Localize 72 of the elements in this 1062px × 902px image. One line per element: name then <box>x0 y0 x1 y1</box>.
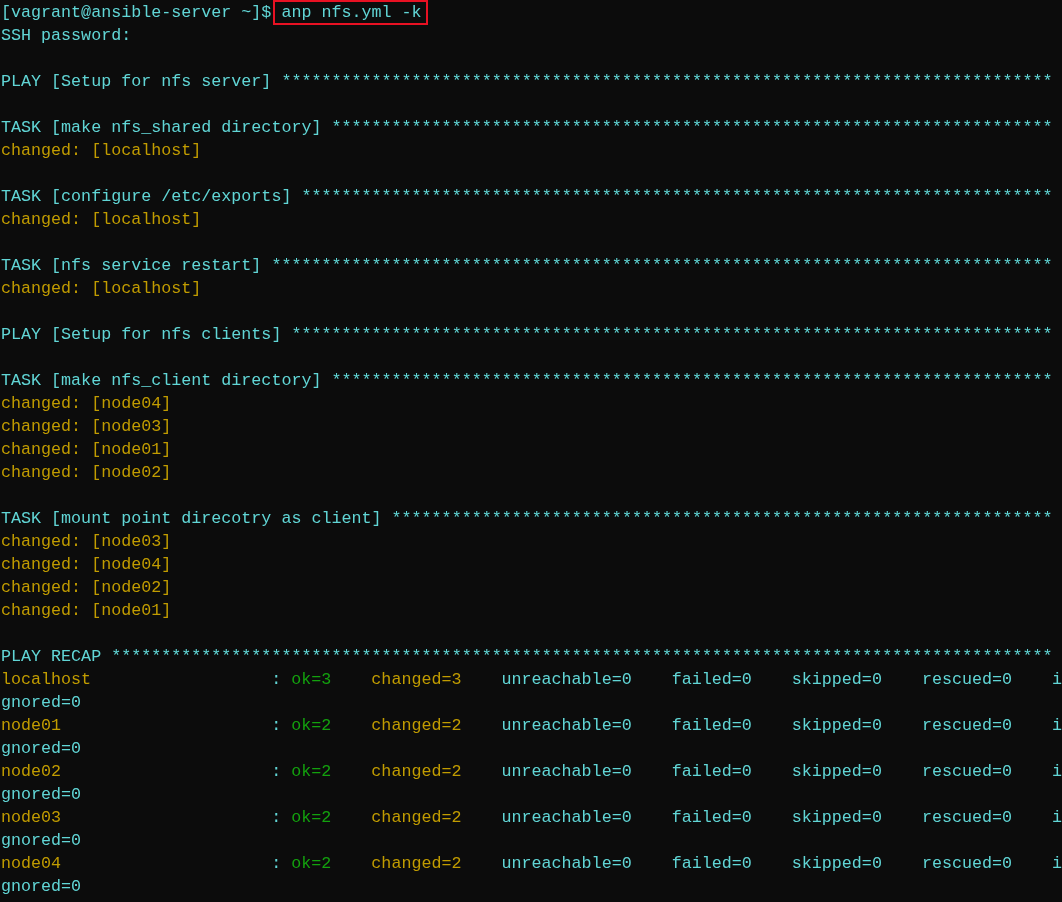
output-line: gnored=0 <box>1 830 82 852</box>
ignored-count: i <box>1052 762 1062 781</box>
unreachable-count: unreachable=0 <box>501 762 632 781</box>
output-line: gnored=0 <box>1 738 82 760</box>
changed-line: changed: [localhost] <box>1 140 202 162</box>
changed-line: changed: [node04] <box>1 393 172 415</box>
ignored-count: i <box>1052 808 1062 827</box>
recap-host: node03 <box>1 808 62 827</box>
rescued-count: rescued=0 <box>921 670 1013 689</box>
ignored-count: i <box>1052 716 1062 735</box>
skipped-count: skipped=0 <box>791 716 882 735</box>
unreachable-count: unreachable=0 <box>501 808 632 827</box>
recap-host: localhost <box>1 670 92 689</box>
changed-line: changed: [node04] <box>1 554 172 576</box>
skipped-count: skipped=0 <box>791 854 882 873</box>
changed-count: changed=2 <box>371 762 462 781</box>
task-header: TASK [nfs service restart] ****************************************************************************** <box>1 255 1053 277</box>
recap-separator: : <box>271 854 282 873</box>
skipped-count: skipped=0 <box>791 670 882 689</box>
output-line: gnored=0 <box>1 876 82 898</box>
changed-line: changed: [localhost] <box>1 278 202 300</box>
changed-line: changed: [node01] <box>1 439 172 461</box>
rescued-count: rescued=0 <box>921 716 1013 735</box>
output-line: gnored=0 <box>1 692 82 714</box>
ignored-count: i <box>1052 854 1062 873</box>
skipped-count: skipped=0 <box>791 808 882 827</box>
output-line: gnored=0 <box>1 784 82 806</box>
ignored-count: i <box>1052 670 1062 689</box>
recap-separator: : <box>271 670 282 689</box>
failed-count: failed=0 <box>671 762 752 781</box>
ok-count: ok=2 <box>291 854 332 873</box>
recap-host: node04 <box>1 854 62 873</box>
changed-line: changed: [node01] <box>1 600 172 622</box>
unreachable-count: unreachable=0 <box>501 854 632 873</box>
recap-host: node01 <box>1 716 62 735</box>
changed-line: changed: [node02] <box>1 462 172 484</box>
rescued-count: rescued=0 <box>921 854 1013 873</box>
task-header: TASK [mount point direcotry as client] ****************************************************************** <box>1 508 1053 530</box>
failed-count: failed=0 <box>671 716 752 735</box>
failed-count: failed=0 <box>671 808 752 827</box>
recap-separator: : <box>271 716 282 735</box>
rescued-count: rescued=0 <box>921 808 1013 827</box>
highlighted-command: anp nfs.yml -k <box>273 0 428 25</box>
recap-header: PLAY RECAP ********************************************************************************************** <box>1 646 1053 668</box>
ok-count: ok=2 <box>291 808 332 827</box>
changed-count: changed=2 <box>371 716 462 735</box>
changed-line: changed: [localhost] <box>1 209 202 231</box>
changed-line: changed: [node02] <box>1 577 172 599</box>
changed-count: changed=2 <box>371 808 462 827</box>
play-header: PLAY [Setup for nfs clients] **************************************************************************** <box>1 324 1053 346</box>
failed-count: failed=0 <box>671 854 752 873</box>
changed-line: changed: [node03] <box>1 531 172 553</box>
task-header: TASK [make nfs_shared directory] ************************************************************************ <box>1 117 1053 139</box>
changed-count: changed=2 <box>371 854 462 873</box>
task-header: TASK [configure /etc/exports] *************************************************************************** <box>1 186 1053 208</box>
ok-count: ok=2 <box>291 716 332 735</box>
recap-separator: : <box>271 808 282 827</box>
output-line: SSH password: <box>1 25 132 47</box>
changed-count: changed=3 <box>371 670 462 689</box>
rescued-count: rescued=0 <box>921 762 1013 781</box>
unreachable-count: unreachable=0 <box>501 670 632 689</box>
unreachable-count: unreachable=0 <box>501 716 632 735</box>
play-header: PLAY [Setup for nfs server] ***************************************************************************** <box>1 71 1053 93</box>
shell-prompt: [vagrant@ansible-server ~]$ <box>1 2 272 24</box>
recap-separator: : <box>271 762 282 781</box>
task-header: TASK [make nfs_client directory] ************************************************************************ <box>1 370 1053 392</box>
ok-count: ok=3 <box>291 670 332 689</box>
changed-line: changed: [node03] <box>1 416 172 438</box>
skipped-count: skipped=0 <box>791 762 882 781</box>
ok-count: ok=2 <box>291 762 332 781</box>
recap-host: node02 <box>1 762 62 781</box>
failed-count: failed=0 <box>671 670 752 689</box>
